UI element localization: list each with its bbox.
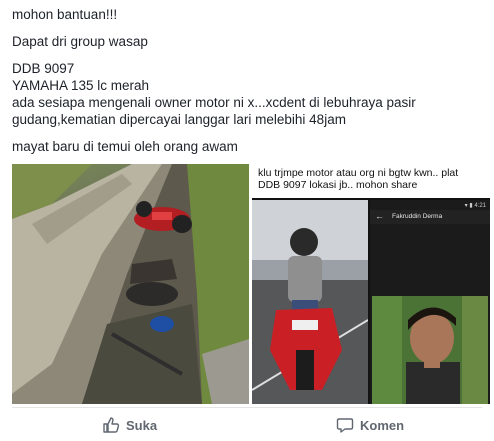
post-line: mohon bantuan!!! bbox=[12, 7, 118, 22]
phone-contact-name: Fakruddin Derma bbox=[392, 213, 443, 220]
comment-label: Komen bbox=[360, 417, 405, 433]
post-line: mayat baru di temui oleh orang awam bbox=[12, 139, 238, 154]
post-line: YAMAHA 135 lc merah bbox=[12, 78, 150, 93]
shared-screenshot[interactable]: klu trjmpe motor atau org ni bgtw kwn.. … bbox=[252, 164, 490, 404]
like-button[interactable]: Suka bbox=[102, 414, 157, 436]
rider-illustration bbox=[252, 200, 368, 404]
person-portrait bbox=[372, 296, 488, 404]
thumbs-up-icon bbox=[103, 417, 120, 433]
post-media[interactable]: klu trjmpe motor atau org ni bgtw kwn.. … bbox=[12, 164, 490, 404]
caption-line: DDB 9097 lokasi jb.. mohon share bbox=[258, 179, 418, 191]
comment-bubble-icon bbox=[336, 418, 354, 433]
portrait-illustration bbox=[372, 296, 488, 404]
post-line: gudang,kematian dipercayai langgar lari … bbox=[12, 112, 346, 127]
post-line: Dapat dri group wasap bbox=[12, 34, 148, 49]
accident-scene-photo[interactable] bbox=[12, 164, 249, 404]
post-body: mohon bantuan!!! Dapat dri group wasap D… bbox=[12, 6, 482, 155]
post-line: DDB 9097 bbox=[12, 61, 75, 76]
comment-button[interactable]: Komen bbox=[336, 414, 404, 436]
caption-line: klu trjmpe motor atau org ni bgtw kwn.. … bbox=[258, 167, 459, 179]
accident-scene-illustration bbox=[12, 164, 249, 404]
screenshot-caption: klu trjmpe motor atau org ni bgtw kwn.. … bbox=[252, 164, 490, 198]
back-arrow-icon: ← bbox=[375, 211, 384, 221]
post-line: ada sesiapa mengenali owner motor ni x..… bbox=[12, 95, 416, 110]
like-label: Suka bbox=[126, 417, 158, 433]
post-actions: Suka Komen bbox=[12, 407, 482, 439]
rider-photo[interactable] bbox=[252, 200, 368, 404]
phone-screenshot[interactable]: ▾ ▮ 4:21 ← Fakruddin Derma bbox=[370, 200, 490, 404]
phone-status-bar: ▾ ▮ 4:21 bbox=[464, 203, 486, 209]
